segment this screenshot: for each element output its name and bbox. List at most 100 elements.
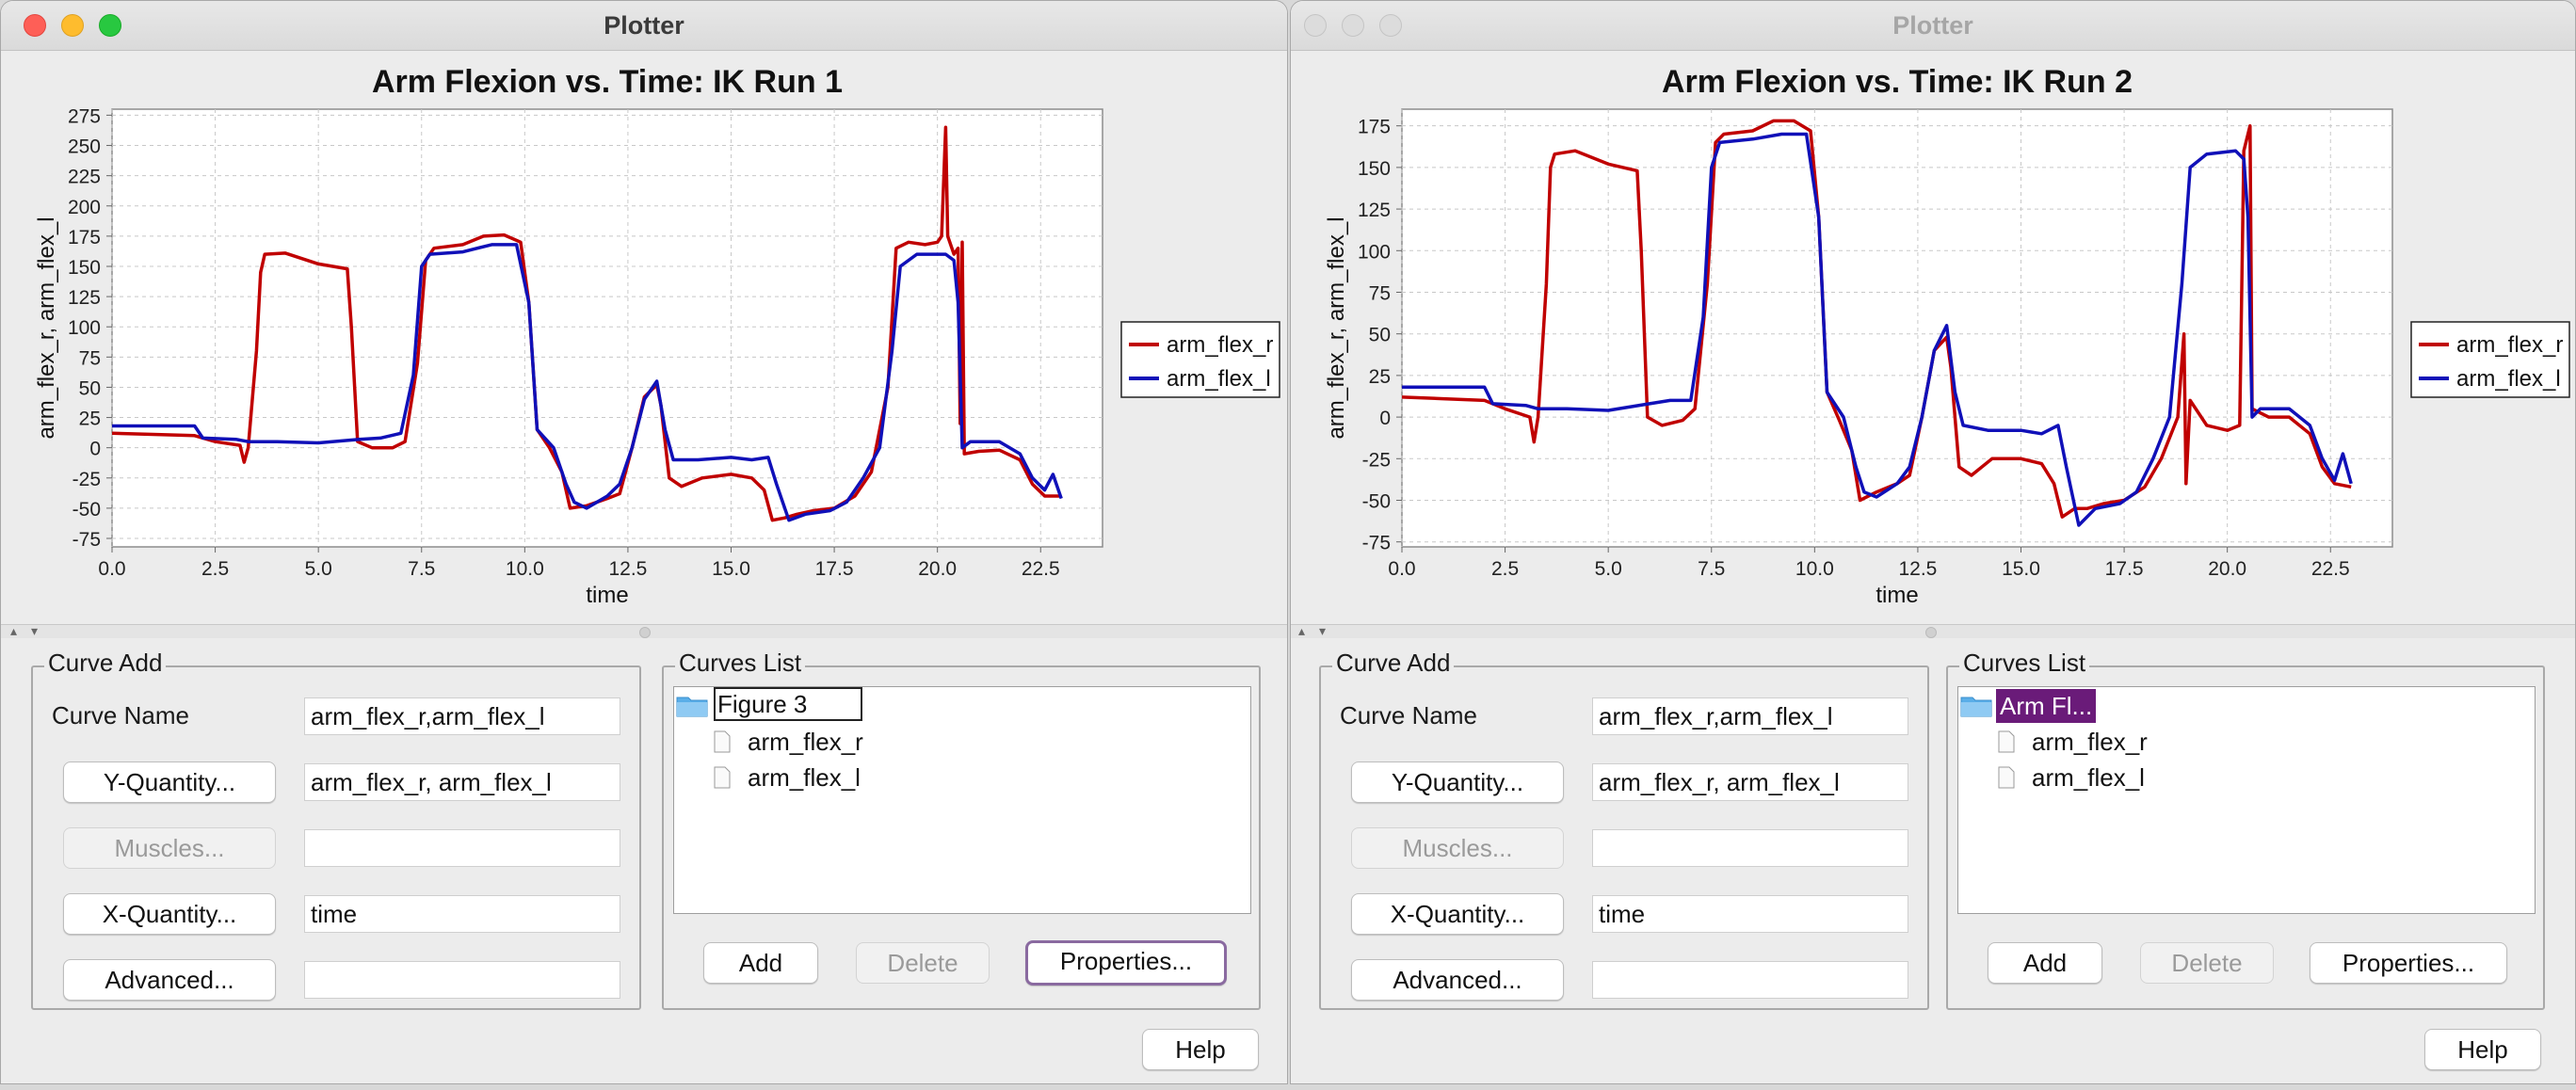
x-tick-label: 0.0 [98, 558, 125, 580]
help-button[interactable]: Help [1142, 1029, 1259, 1070]
curves-list-group: Curves List Figure 3 arm_flex_r arm_flex… [662, 649, 1261, 1010]
y-quantity-field[interactable]: arm_flex_r, arm_flex_l [304, 763, 620, 801]
y-tick-label: -75 [72, 529, 101, 551]
document-icon [714, 766, 731, 789]
y-tick-label: 25 [1369, 366, 1391, 388]
x-tick-label: 20.0 [918, 558, 957, 580]
document-icon [714, 730, 731, 753]
tree-item-arm-flex-r[interactable]: arm_flex_r [1998, 725, 2224, 759]
plot-background [111, 108, 1103, 548]
x-quantity-button[interactable]: X-Quantity... [63, 893, 276, 935]
x-tick-label: 20.0 [2208, 558, 2246, 580]
y-tick-label: -75 [1362, 533, 1391, 554]
x-tick-label: 22.5 [2311, 558, 2350, 580]
x-tick-label: 10.0 [506, 558, 544, 580]
tree-item-arm-flex-l[interactable]: arm_flex_l [1998, 761, 2224, 794]
chart-title: Arm Flexion vs. Time: IK Run 2 [1662, 64, 2133, 100]
y-tick-label: 200 [68, 197, 101, 218]
tree-item-arm-flex-r[interactable]: arm_flex_r [714, 725, 940, 759]
x-tick-label: 10.0 [1795, 558, 1834, 580]
tree-item-arm-flex-l[interactable]: arm_flex_l [714, 761, 940, 794]
document-icon [1998, 730, 2015, 753]
tree-item-label: arm_flex_l [2032, 763, 2145, 792]
muscles-button[interactable]: Muscles... [63, 827, 276, 869]
tree-item-label: arm_flex_l [748, 763, 861, 792]
x-axis-label: time [586, 583, 628, 608]
x-tick-label: 2.5 [201, 558, 229, 580]
advanced-button[interactable]: Advanced... [63, 959, 276, 1001]
split-pane-divider[interactable]: ▴ ▾ [1291, 623, 2575, 638]
y-tick-label: 225 [68, 167, 101, 188]
curve-add-group: Curve Add Curve Name arm_flex_r,arm_flex… [31, 649, 641, 1010]
curve-name-label: Curve Name [52, 701, 189, 729]
curves-tree[interactable]: Arm Fl... arm_flex_r arm_flex_l [1957, 686, 2536, 914]
properties-button[interactable]: Properties... [2310, 942, 2507, 984]
y-tick-label: -50 [1362, 490, 1391, 512]
plot-area[interactable]: Arm Flexion vs. Time: IK Run 1 -75 -50 -25 0… [1, 51, 1287, 623]
x-tick-label: 0.0 [1388, 558, 1415, 580]
delete-curve-button[interactable]: Delete [2140, 942, 2274, 984]
y-tick-label: 250 [68, 136, 101, 158]
y-tick-label: 100 [68, 317, 101, 339]
curves-tree[interactable]: Figure 3 arm_flex_r arm_flex_l [673, 686, 1251, 914]
advanced-field[interactable] [304, 961, 620, 999]
x-quantity-field[interactable]: time [1592, 895, 1908, 933]
y-tick-label: 150 [68, 257, 101, 279]
chart-legend: arm_flex_r arm_flex_l [1120, 321, 1280, 398]
y-axis-label: arm_flex_r, arm_flex_l [1324, 216, 1349, 439]
arm-flexion-chart: Arm Flexion vs. Time: IK Run 1 -75 -50 -25 0… [34, 64, 1280, 608]
add-curve-button[interactable]: Add [703, 942, 818, 984]
tree-item-label: arm_flex_r [748, 728, 863, 756]
y-tick-label: 75 [79, 347, 101, 369]
y-tick-label: 25 [79, 409, 101, 430]
folder-icon [676, 697, 708, 717]
y-quantity-button[interactable]: Y-Quantity... [1351, 761, 1564, 803]
x-tick-label: 5.0 [305, 558, 332, 580]
x-tick-label: 22.5 [1022, 558, 1060, 580]
arm-flexion-chart: Arm Flexion vs. Time: IK Run 2 -75 -50 -25 0… [1324, 64, 2570, 608]
curve-name-field[interactable]: arm_flex_r,arm_flex_l [1592, 697, 1908, 735]
y-tick-label: 175 [68, 227, 101, 248]
x-tick-label: 15.0 [2002, 558, 2040, 580]
delete-curve-button[interactable]: Delete [856, 942, 990, 984]
add-curve-button[interactable]: Add [1988, 942, 2102, 984]
advanced-field[interactable] [1592, 961, 1908, 999]
y-quantity-button[interactable]: Y-Quantity... [63, 761, 276, 803]
advanced-button[interactable]: Advanced... [1351, 959, 1564, 1001]
tree-folder-row[interactable]: Figure 3 [674, 687, 919, 723]
tree-folder-row[interactable]: Arm Fl... [1958, 689, 2203, 723]
curve-name-label: Curve Name [1340, 701, 1477, 729]
help-button[interactable]: Help [2424, 1029, 2541, 1070]
muscles-field[interactable] [304, 829, 620, 867]
muscles-field[interactable] [1592, 829, 1908, 867]
y-tick-label: 125 [1358, 200, 1391, 221]
window-title: Plotter [1892, 11, 1973, 40]
legend-label: arm_flex_l [2456, 366, 2561, 392]
chart-title: Arm Flexion vs. Time: IK Run 1 [372, 64, 843, 100]
legend-label: arm_flex_r [2456, 332, 2563, 358]
plot-area[interactable]: Arm Flexion vs. Time: IK Run 2 -75 -50 -25 0… [1291, 51, 2575, 623]
x-quantity-field[interactable]: time [304, 895, 620, 933]
x-tick-label: 5.0 [1595, 558, 1622, 580]
properties-button[interactable]: Properties... [1025, 940, 1227, 986]
split-pane-divider[interactable]: ▴ ▾ [1, 623, 1287, 638]
x-tick-label: 2.5 [1491, 558, 1519, 580]
curve-name-field[interactable]: arm_flex_r,arm_flex_l [304, 697, 620, 735]
y-quantity-field[interactable]: arm_flex_r, arm_flex_l [1592, 763, 1908, 801]
curves-list-title: Curves List [675, 649, 806, 678]
x-quantity-button[interactable]: X-Quantity... [1351, 893, 1564, 935]
y-tick-label: -25 [1362, 449, 1391, 471]
window-titlebar[interactable]: Plotter [1, 1, 1287, 51]
folder-label-selected[interactable]: Arm Fl... [1996, 689, 2097, 723]
y-tick-label: 125 [68, 287, 101, 309]
folder-label-editor[interactable]: Figure 3 [714, 687, 862, 721]
tree-item-label: arm_flex_r [2032, 728, 2148, 756]
plotter-window-2: Plotter Arm Flexion vs. Time: IK Run 2 -7… [1290, 0, 2576, 1084]
curve-add-title: Curve Add [1332, 649, 1455, 678]
window-title: Plotter [604, 11, 684, 40]
window-titlebar[interactable]: Plotter [1291, 1, 2575, 51]
chart-legend: arm_flex_r arm_flex_l [2410, 321, 2570, 398]
y-tick-label: 100 [1358, 241, 1391, 263]
y-tick-label: -25 [72, 469, 101, 490]
muscles-button[interactable]: Muscles... [1351, 827, 1564, 869]
